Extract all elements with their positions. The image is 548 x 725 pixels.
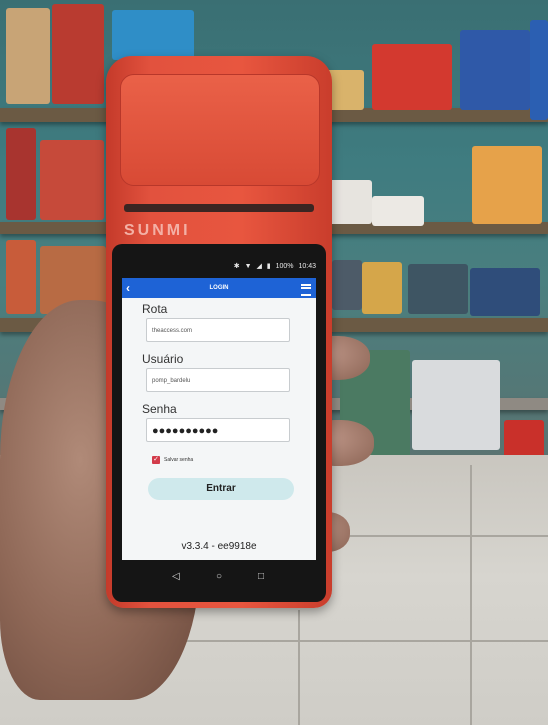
- product-bag: [52, 4, 104, 104]
- rota-input[interactable]: theaccess.com: [146, 318, 290, 342]
- status-bar: ✱ ▼ ◢ ▮ 100% 10:43: [122, 258, 316, 276]
- wifi-icon: ▼: [244, 263, 252, 270]
- bluetooth-icon: ✱: [233, 263, 240, 270]
- tile-grout: [332, 535, 548, 537]
- product-bag: [326, 180, 372, 224]
- product-bag: [362, 262, 402, 314]
- android-nav-bar: ◁ ○ □: [122, 562, 316, 596]
- hamburger-menu-icon[interactable]: [301, 284, 311, 296]
- drink-pack: [412, 360, 500, 450]
- product-box: [112, 10, 194, 60]
- product-bag: [408, 264, 468, 314]
- tile-grout: [298, 610, 300, 725]
- back-nav-icon[interactable]: ◁: [172, 571, 180, 582]
- screen-bezel: ✱ ▼ ◢ ▮ 100% 10:43 ‹ LOGIN Rota theacces…: [112, 244, 326, 602]
- app-screen: ‹ LOGIN Rota theaccess.com Usuário pomp_…: [122, 278, 316, 560]
- product-bag: [6, 240, 36, 314]
- product-bag: [40, 140, 104, 220]
- product-bag: [372, 44, 452, 110]
- page-title: LOGIN: [209, 285, 229, 291]
- back-arrow-icon[interactable]: ‹: [126, 278, 130, 298]
- recents-nav-icon[interactable]: □: [258, 571, 264, 582]
- device-brand: SUNMI: [124, 222, 191, 239]
- tile-grout: [470, 465, 472, 725]
- product-box: [530, 20, 548, 120]
- save-password-label: Salvar senha: [164, 457, 194, 463]
- product-bag: [6, 8, 50, 104]
- product-bag: [372, 196, 424, 226]
- sunmi-device: SUNMI ✱ ▼ ◢ ▮ 100% 10:43 ‹ LOGIN Rota th…: [106, 56, 332, 608]
- app-bar: ‹ LOGIN: [122, 278, 316, 298]
- save-password-checkbox[interactable]: ✓: [152, 456, 160, 464]
- product-bag: [470, 268, 540, 316]
- paper-slot: [124, 204, 314, 212]
- entrar-button[interactable]: Entrar: [148, 478, 294, 500]
- rota-label: Rota: [142, 302, 168, 316]
- product-box: [460, 30, 530, 110]
- app-version: v3.3.4 - ee9918e: [181, 541, 257, 552]
- product-bag: [6, 128, 36, 220]
- senha-label: Senha: [142, 402, 177, 416]
- signal-icon: ◢: [256, 263, 262, 270]
- battery-icon: ▮: [266, 263, 271, 270]
- clock: 10:43: [298, 263, 316, 270]
- usuario-label: Usuário: [142, 352, 184, 366]
- usuario-input[interactable]: pomp_bardelu: [146, 368, 290, 392]
- product-box: [472, 146, 542, 224]
- product-bag: [332, 260, 362, 310]
- battery-level: 100%: [275, 263, 294, 270]
- printer-lid: [120, 74, 320, 186]
- home-nav-icon[interactable]: ○: [216, 571, 222, 582]
- senha-input[interactable]: ●●●●●●●●●●: [146, 418, 290, 442]
